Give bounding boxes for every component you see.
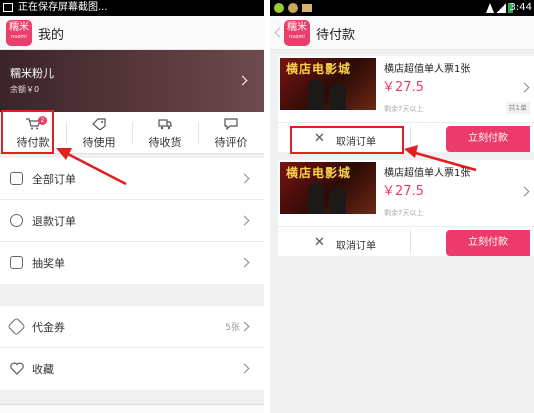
annotation-arrow xyxy=(411,150,477,172)
annotation-arrow xyxy=(63,150,127,186)
arrow-head xyxy=(404,145,418,158)
annotation-arrows xyxy=(56,145,477,186)
